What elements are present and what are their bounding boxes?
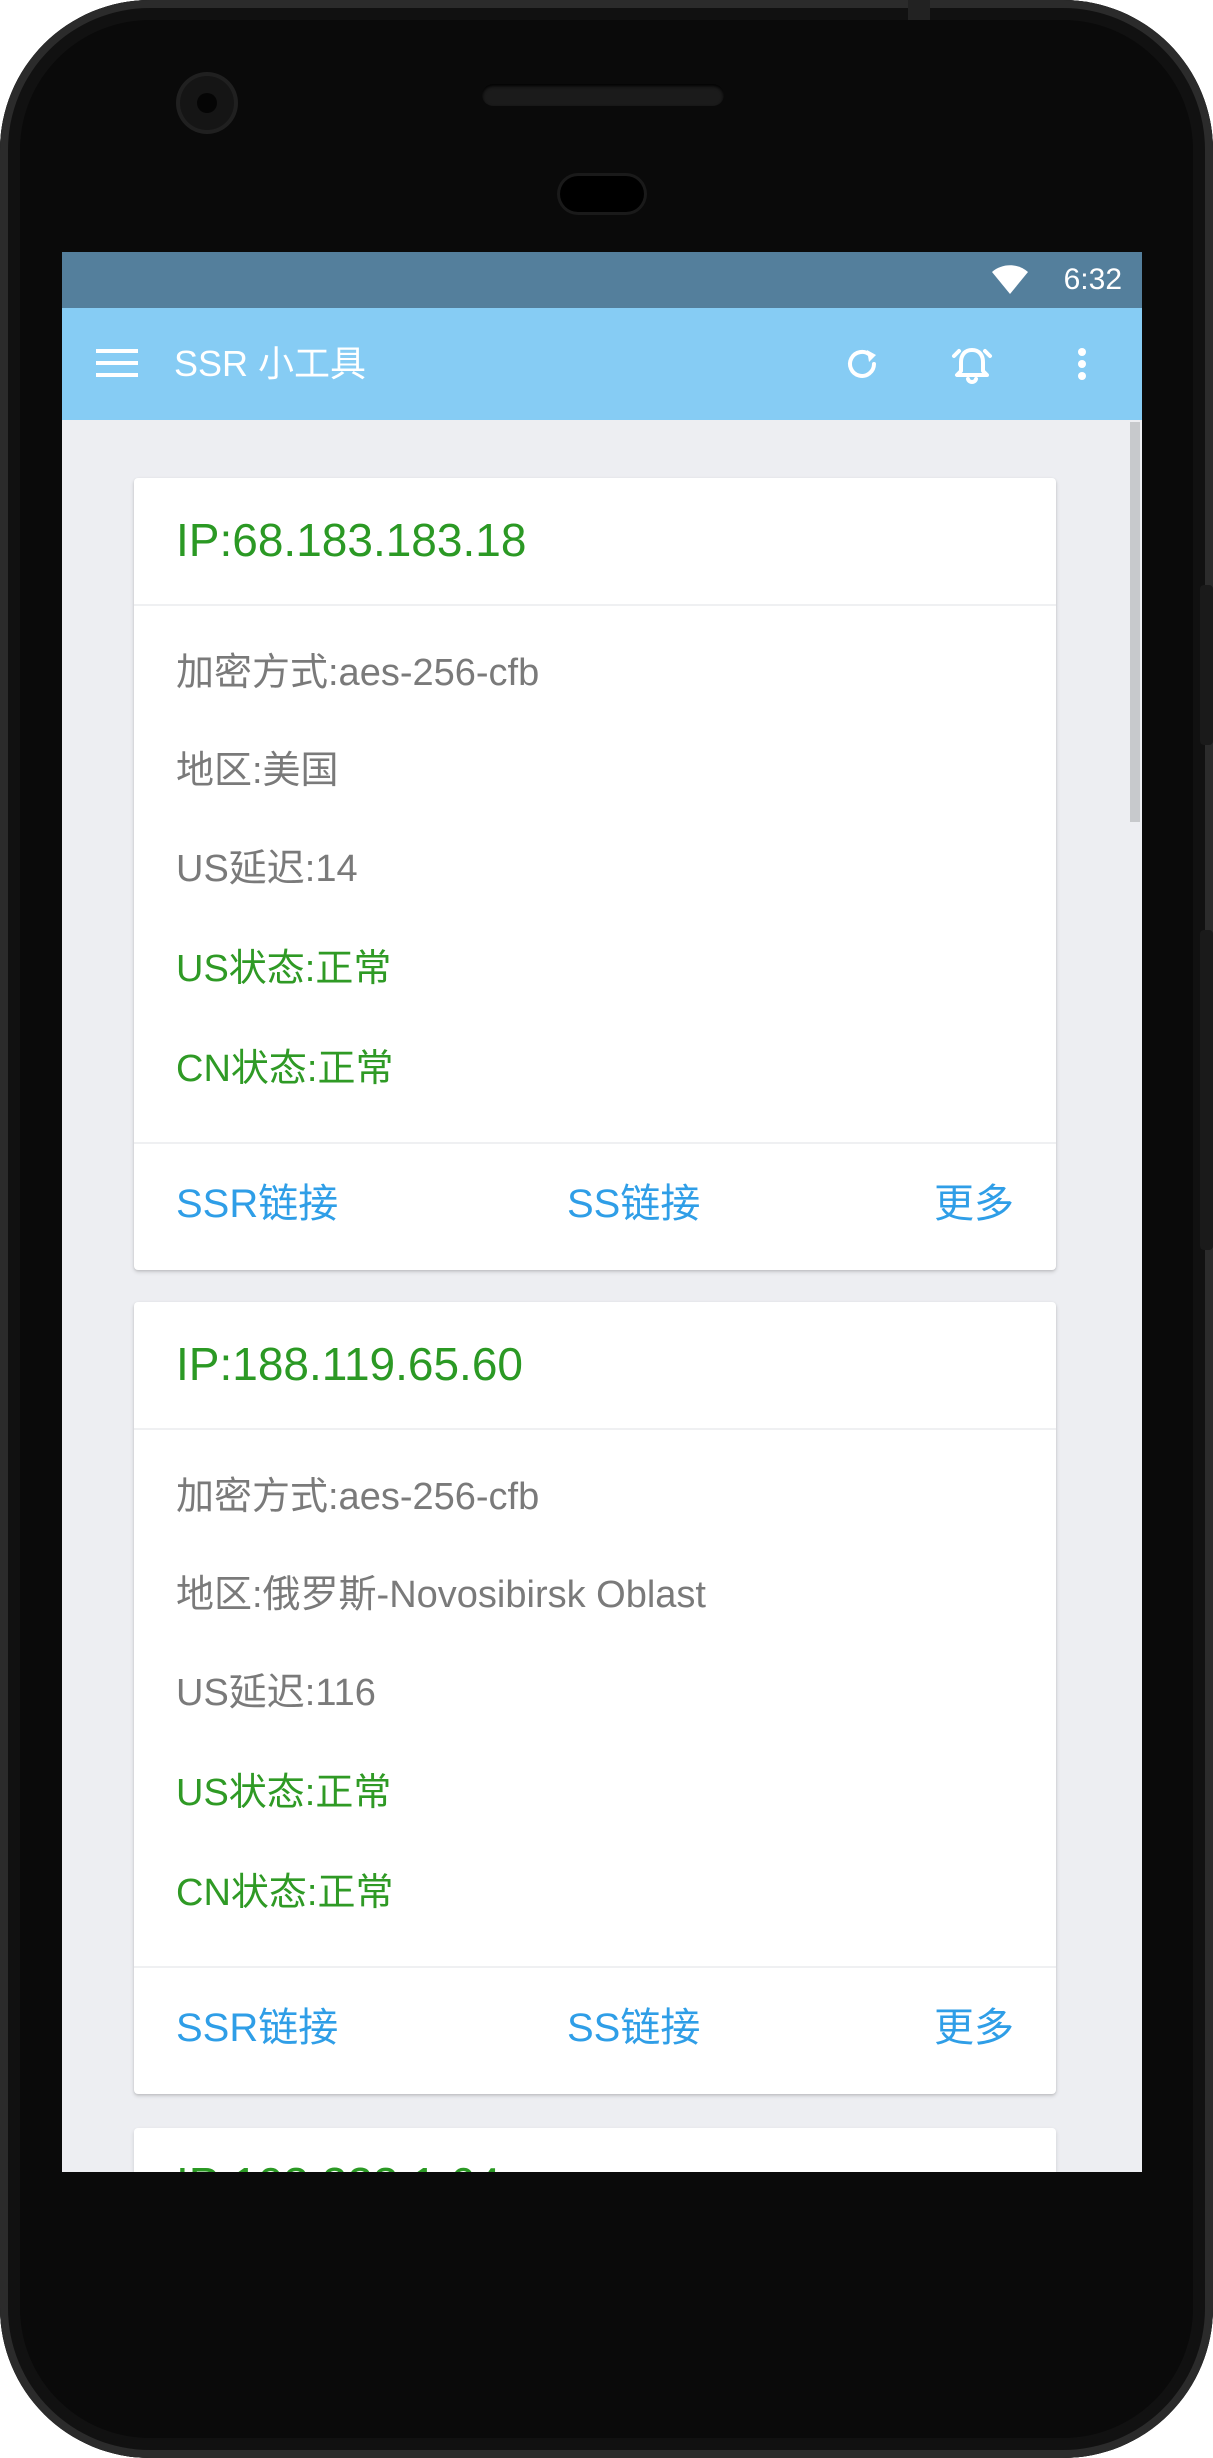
card-actions: SSR链接 SS链接 更多 [134, 1142, 1056, 1270]
encryption-method: 加密方式:aes-256-cfb [176, 1476, 540, 1518]
us-latency: US延迟:116 [176, 1672, 376, 1714]
us-latency: US延迟:14 [176, 848, 358, 890]
card-header: IP:188.119.65.60 [134, 1302, 1056, 1430]
ssr-link-button[interactable]: SSR链接 [176, 1176, 338, 1232]
ss-link-button[interactable]: SS链接 [567, 1176, 700, 1232]
menu-icon[interactable] [96, 346, 138, 380]
volume-up-button [1200, 585, 1213, 745]
server-card-partial: IP:103.223.1.64 [134, 2128, 1056, 2172]
more-button[interactable]: 更多 [934, 1176, 1014, 1232]
status-time: 6:32 [1063, 263, 1122, 296]
alarm-icon[interactable] [948, 340, 996, 388]
more-vert-icon[interactable] [1058, 340, 1106, 388]
ss-link-button[interactable]: SS链接 [567, 2000, 700, 2056]
server-ip: IP:188.119.65.60 [176, 1338, 523, 1390]
ssr-link-button[interactable]: SSR链接 [176, 2000, 338, 2056]
refresh-icon[interactable] [838, 340, 886, 388]
server-card: IP:188.119.65.60 加密方式:aes-256-cfb 地区:俄罗斯… [134, 1302, 1056, 2094]
app-title: SSR 小工具 [174, 343, 367, 384]
card-header: IP:68.183.183.18 [134, 478, 1056, 606]
app-bar: SSR 小工具 [62, 308, 1142, 420]
card-body: 加密方式:aes-256-cfb 地区:俄罗斯-Novosibirsk Obla… [134, 1430, 1056, 1966]
cn-status: CN状态:正常 [176, 1048, 394, 1090]
phone-top-pin [908, 0, 930, 20]
proximity-sensor [560, 176, 644, 212]
card-actions: SSR链接 SS链接 更多 [134, 1966, 1056, 2094]
server-card: IP:68.183.183.18 加密方式:aes-256-cfb 地区:美国 … [134, 478, 1056, 1270]
encryption-method: 加密方式:aes-256-cfb [176, 652, 540, 694]
us-status: US状态:正常 [176, 948, 392, 990]
us-status: US状态:正常 [176, 1772, 392, 1814]
front-camera [180, 76, 234, 130]
wifi-icon [992, 265, 1028, 294]
screen: 6:32 SSR 小工具 IP:68.183.183.18 加密方式:aes-2… [62, 252, 1142, 2172]
card-body: 加密方式:aes-256-cfb 地区:美国 US延迟:14 US状态:正常 C… [134, 606, 1056, 1142]
more-button[interactable]: 更多 [934, 2000, 1014, 2056]
server-region: 地区:俄罗斯-Novosibirsk Oblast [176, 1574, 706, 1616]
power-button [1200, 930, 1213, 1250]
cn-status: CN状态:正常 [176, 1872, 394, 1914]
speaker-grille [482, 84, 724, 106]
server-ip: IP:68.183.183.18 [176, 514, 527, 566]
status-bar: 6:32 [62, 252, 1142, 308]
server-region: 地区:美国 [176, 750, 339, 792]
phone-frame: 6:32 SSR 小工具 IP:68.183.183.18 加密方式:aes-2… [0, 0, 1213, 2458]
server-ip: IP:103.223.1.64 [176, 2154, 501, 2172]
scrollbar-thumb[interactable] [1130, 422, 1140, 822]
